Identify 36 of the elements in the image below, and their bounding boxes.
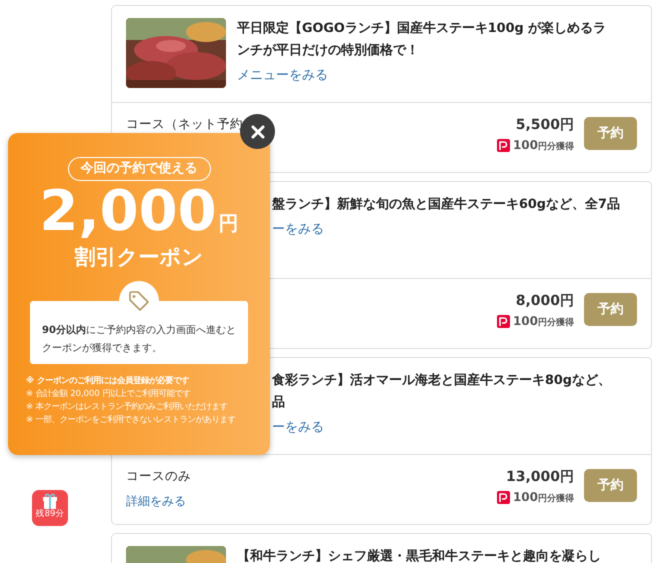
plan-title: ンチが平日だけの特別価格で！ [237,42,420,60]
currency-label: 円 [218,210,239,234]
points-icon [496,490,510,504]
points-earned: 100円分獲得 [512,313,574,330]
points-icon [496,314,510,328]
coupon-note: ※ クーポンのご利用には会員登録が必要です [26,374,190,386]
points-earned: 100円分獲得 [512,137,574,154]
coupon-note: ※ 一部、クーポンをご利用できないレストランがあります [26,412,237,426]
coupon-tag: 今回の予約で使える [68,157,210,180]
timer-badge[interactable]: 残89分 [32,490,68,526]
plan-title: 【和牛ランチ】シェフ厳選・黒毛和牛ステーキと趣向を凝らし [237,548,601,563]
price: 5,500円 [514,116,574,135]
close-icon [250,124,266,140]
points-icon [496,138,510,152]
points-earned: 100円分獲得 [512,489,574,506]
menu-link[interactable]: メニューをみる [237,66,328,86]
plan-title: 盤ランチ】新鮮な旬の魚と国産牛ステーキ60gなど、全7品 [272,196,620,214]
reserve-button[interactable]: 予約 [584,117,637,150]
gift-icon [41,493,59,509]
plan-title: 品 [272,394,286,412]
reserve-button[interactable]: 予約 [584,469,637,502]
detail-link[interactable]: 詳細をみる [126,492,186,510]
menu-link[interactable]: ーをみる [272,220,324,240]
timer-text: 残89分 [36,509,64,520]
price: 13,000円 [504,468,574,487]
plan-title: 食彩ランチ】活オマール海老と国産牛ステーキ80gなど、 [272,372,611,390]
plan-title: 平日限定【GOGOランチ】国産牛ステーキ100g が楽しめるラ [237,20,606,38]
coupon-label: 割引クーポン [74,244,204,270]
reserve-button[interactable]: 予約 [584,293,637,326]
coupon-amount: 2,000 [39,178,217,244]
menu-link[interactable]: ーをみる [272,418,324,438]
price: 8,000円 [514,292,574,311]
course-name: コースのみ [126,467,191,485]
coupon-message: 90分以内にご予約内容の入力画面へ進むとクーポンが獲得できます。 [42,324,236,356]
coupon-note: ※ 本クーポンはレストラン予約のみご利用いただけます [26,400,229,412]
coupon-note: ※ 合計金額 20,000 円以上でご利用可能です [26,386,192,400]
